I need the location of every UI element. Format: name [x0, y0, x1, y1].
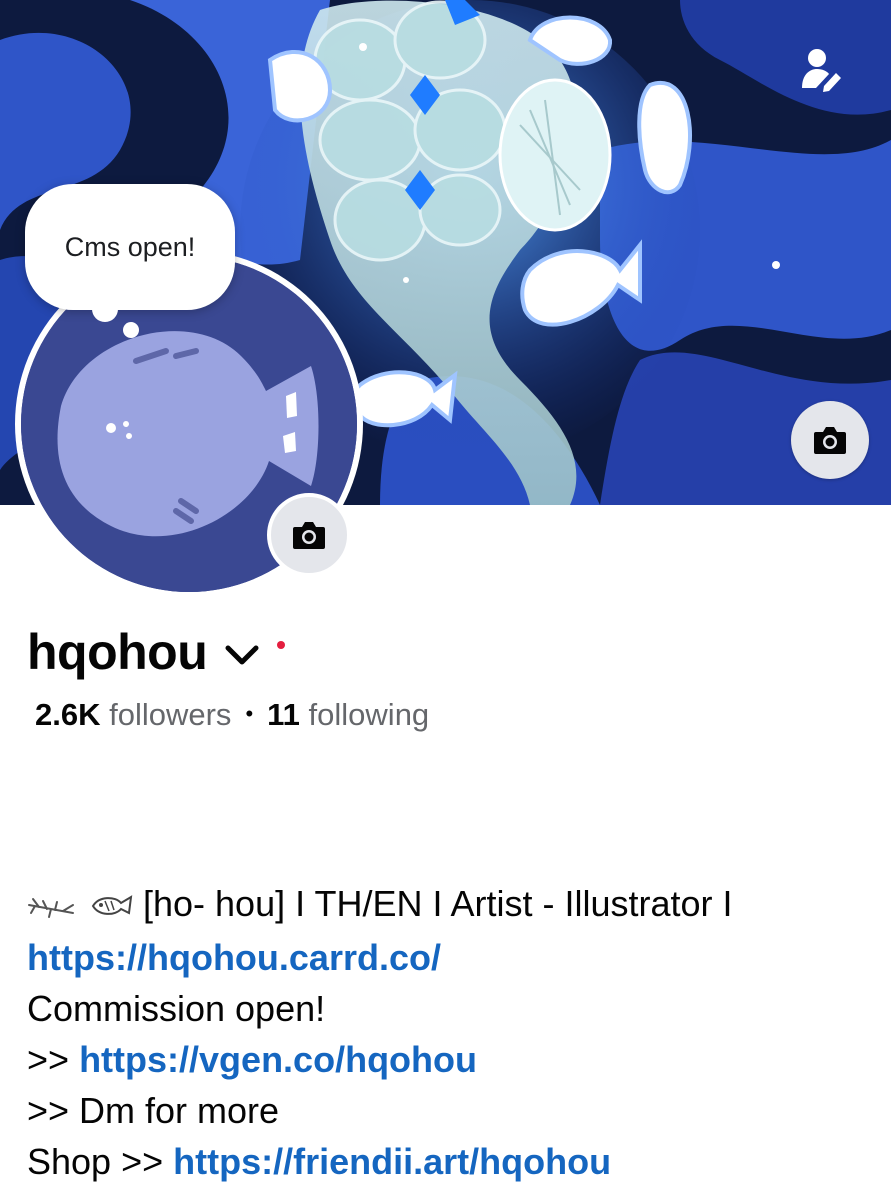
- edit-profile-button[interactable]: [796, 44, 848, 96]
- profile-stats: 2.6K followers • 11 following: [35, 697, 429, 733]
- following-count: 11: [267, 697, 300, 732]
- camera-icon: [293, 522, 325, 549]
- switch-profile-button[interactable]: [225, 644, 259, 666]
- note-bubble[interactable]: Cms open!: [25, 184, 235, 310]
- chevron-down-icon: [225, 645, 259, 665]
- change-profile-picture-button[interactable]: [267, 493, 351, 577]
- bio-line-intro: [ho- hou] I TH/EN I Artist - Illustrator…: [27, 878, 867, 932]
- stats-separator: •: [245, 701, 254, 726]
- shop-prefix: Shop >>: [27, 1140, 174, 1182]
- following-label: following: [308, 697, 430, 732]
- bio-intro-text: [ho- hou] I TH/EN I Artist - Illustrator…: [143, 883, 733, 924]
- profile-name-row: hqohou: [27, 620, 286, 684]
- bio-dm-text: >> Dm for more: [27, 1089, 280, 1131]
- bio-line-link1: https://hqohou.carrd.co/: [27, 932, 867, 983]
- note-bubble-tail: [92, 296, 118, 322]
- shop-link[interactable]: https://friendii.art/hqohou: [173, 1141, 611, 1182]
- camera-icon: [814, 427, 846, 454]
- following-link[interactable]: 11 following: [267, 697, 429, 732]
- bio-commission-text: Commission open!: [27, 987, 326, 1029]
- profile-bio: [ho- hou] I TH/EN I Artist - Illustrator…: [27, 878, 867, 1187]
- notification-dot: [277, 641, 286, 649]
- bio-line-vgen: >> https://vgen.co/hqohou: [27, 1034, 867, 1085]
- profile-name: hqohou: [27, 624, 208, 680]
- vgen-prefix: >>: [27, 1038, 80, 1080]
- change-cover-photo-button[interactable]: [791, 401, 869, 479]
- carrd-link[interactable]: https://hqohou.carrd.co/: [27, 937, 441, 978]
- bio-line-shop: Shop >> https://friendii.art/hqohou: [27, 1136, 867, 1187]
- note-bubble-tail-small: [123, 322, 139, 338]
- followers-label: followers: [109, 697, 232, 732]
- fish-emoji-icon: [87, 881, 133, 932]
- edit-profile-icon: [802, 49, 841, 92]
- vgen-link[interactable]: https://vgen.co/hqohou: [79, 1039, 477, 1080]
- note-text: Cms open!: [64, 231, 196, 262]
- followers-link[interactable]: 2.6K followers: [35, 697, 231, 732]
- followers-count: 2.6K: [35, 697, 101, 732]
- branch-emoji-icon: [27, 881, 77, 932]
